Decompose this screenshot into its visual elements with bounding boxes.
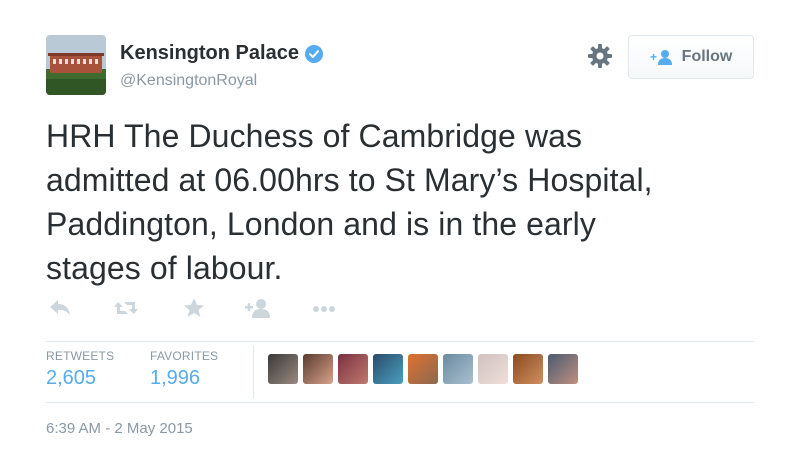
svg-text:+: + (650, 50, 657, 64)
add-user-icon: + (650, 50, 672, 65)
user-handle[interactable]: @KensingtonRoyal (120, 72, 257, 90)
retweets-count[interactable]: 2,605 (46, 367, 96, 390)
gear-icon[interactable] (587, 43, 613, 69)
retweets-label: RETWEETS (46, 349, 115, 363)
tweet-card: Kensington Palace @KensingtonRoyal + Fol… (0, 0, 800, 474)
more-icon[interactable] (310, 296, 338, 320)
favoriter-avatar[interactable] (548, 354, 578, 384)
favoriter-avatar[interactable] (373, 354, 403, 384)
favoriter-avatar[interactable] (268, 354, 298, 384)
favoriter-avatar[interactable] (303, 354, 333, 384)
tweet-text-line: stages of labour. (46, 250, 283, 286)
favoriter-avatar[interactable] (513, 354, 543, 384)
tweet-timestamp[interactable]: 6:39 AM - 2 May 2015 (46, 420, 193, 437)
favorites-count[interactable]: 1,996 (150, 367, 200, 390)
retweet-icon[interactable] (112, 296, 140, 320)
stats-vertical-divider (253, 345, 254, 399)
palace-image-icon (46, 35, 106, 95)
stats-divider-bottom (46, 402, 754, 403)
tweet-text-line: HRH The Duchess of Cambridge was (46, 118, 583, 154)
tweet-text: HRH The Duchess of Cambridge was admitte… (46, 114, 766, 290)
tweet-text-line: Paddington, London and is in the early (46, 206, 596, 242)
follow-button-label: Follow (681, 48, 733, 65)
favoriter-avatar[interactable] (408, 354, 438, 384)
verified-badge-icon (304, 44, 323, 63)
tweet-text-line: admitted at 06.00hrs to St Mary’s Hospit… (46, 162, 653, 198)
favoriter-avatar[interactable] (443, 354, 473, 384)
profile-avatar[interactable] (46, 35, 106, 95)
name-row: Kensington Palace (120, 42, 323, 65)
reply-icon[interactable] (46, 296, 74, 320)
favoriter-avatars (268, 354, 583, 384)
favoriter-avatar[interactable] (338, 354, 368, 384)
follow-button[interactable]: + Follow (628, 35, 754, 79)
favorites-label: FAVORITES (150, 349, 219, 363)
stats-divider-top (46, 341, 754, 342)
display-name[interactable]: Kensington Palace (120, 42, 299, 65)
favorite-icon[interactable] (180, 296, 208, 320)
favoriter-avatar[interactable] (478, 354, 508, 384)
follow-icon[interactable] (244, 296, 272, 320)
